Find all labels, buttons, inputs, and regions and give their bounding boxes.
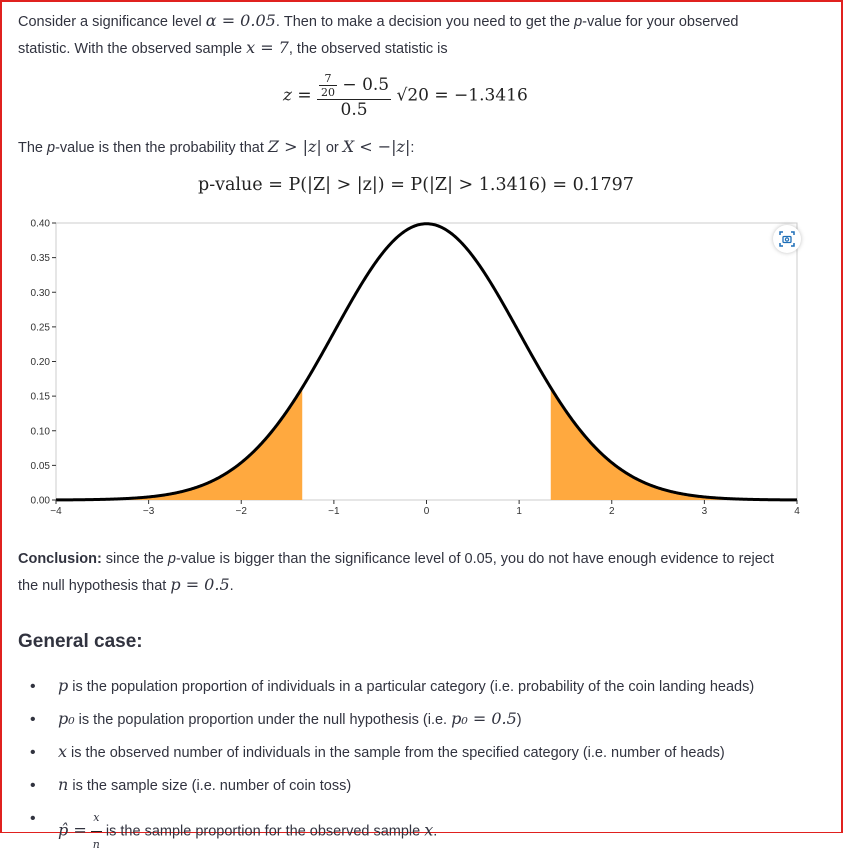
- phat-fraction: xn: [90, 805, 102, 858]
- cond1-math: Z > |z|: [267, 137, 322, 156]
- list-item: p₀ is the population proportion under th…: [18, 706, 818, 739]
- x-tick-label: −1: [328, 506, 340, 517]
- p-italic: p: [47, 140, 56, 156]
- intro-line-1: Consider a significance level α = 0.05. …: [18, 8, 818, 35]
- x-tick-label: −3: [143, 506, 155, 517]
- y-tick-label: 0.40: [31, 219, 51, 230]
- shaded-tail-1: [56, 387, 303, 500]
- pvalue-equation: p-value = P(|Z| > |z|) = P(|Z| > 1.3416)…: [198, 175, 634, 195]
- density-curve: [55, 222, 798, 502]
- plot-frame: [55, 222, 798, 501]
- item-math: n: [58, 775, 69, 794]
- general-case-heading: General case:: [18, 631, 143, 652]
- pvalue-sentence: The p-value is then the probability that…: [18, 134, 414, 161]
- y-tick-label: 0.20: [31, 357, 51, 368]
- item-text: is the population proportion under the n…: [74, 712, 452, 728]
- list-item: p is the population proportion of indivi…: [18, 673, 818, 706]
- item-math: x: [424, 820, 434, 840]
- p-italic: p: [574, 14, 583, 30]
- intro-text: Consider a significance level: [18, 14, 206, 30]
- z-lhs: z =: [283, 85, 312, 106]
- conclusion-line-1: Conclusion: since the p-value is bigger …: [18, 547, 818, 572]
- pv-text: The: [18, 140, 48, 156]
- conclusion-label: Conclusion:: [18, 551, 102, 567]
- intro-line-2: statistic. With the observed sample x = …: [18, 35, 818, 62]
- z-fraction: 7 20 − 0.5 0.5: [317, 72, 392, 120]
- pv-text: -value is then the probability that: [55, 140, 268, 156]
- sqrt-term: √20: [396, 85, 429, 106]
- x-math: x = 7: [246, 38, 289, 57]
- alpha-math: α = 0.05: [205, 11, 276, 30]
- x-tick-label: −4: [50, 506, 62, 517]
- item-text: ): [516, 712, 522, 728]
- x-tick-label: 1: [516, 506, 522, 517]
- intro-text: -value for your observed: [582, 14, 739, 30]
- x-tick-label: 4: [794, 506, 800, 517]
- x-tick-label: 3: [702, 506, 708, 517]
- y-tick-label: 0.25: [31, 322, 51, 333]
- conclusion-paragraph: Conclusion: since the p-value is bigger …: [18, 547, 818, 599]
- item-math: p₀ = 0.5: [451, 709, 517, 728]
- y-tick-label: 0.35: [31, 253, 51, 264]
- phat-num: x: [90, 805, 102, 832]
- conclusion-line-2: the null hypothesis that p = 0.5.: [18, 572, 818, 599]
- y-tick-label: 0.00: [31, 496, 51, 507]
- item-math: p̂ =: [58, 820, 87, 840]
- normal-chart: −4 −3 −2 −1 0 1 2 3 4 0.00 0.05 0.10 0.15 0.20 0.25 0.3…: [14, 218, 814, 518]
- z-inner-fraction: 7 20: [319, 72, 338, 99]
- normal-chart-svg: −4 −3 −2 −1 0 1 2 3 4 0.00 0.05 0.10 0.15 0.20 0.25 0.3…: [31, 219, 801, 518]
- x-tick-label: 0: [424, 506, 430, 517]
- item-text: is the sample size (i.e. number of coin …: [68, 778, 352, 794]
- p-eq-math: p = 0.5: [170, 575, 230, 594]
- y-tick-label: 0.05: [31, 461, 51, 472]
- y-tick-label: 0.30: [31, 288, 51, 299]
- p-italic: p: [167, 551, 176, 567]
- z-equation: z = 7 20 − 0.5 0.5 √20 = −1.3416: [283, 72, 528, 120]
- z-numerator: 7 20 − 0.5: [317, 72, 392, 100]
- intro-paragraph: Consider a significance level α = 0.05. …: [18, 8, 818, 62]
- inner-num: 7: [319, 72, 338, 86]
- shaded-tail-2: [550, 387, 797, 500]
- minus-half: − 0.5: [337, 75, 390, 95]
- z-result: = −1.3416: [434, 85, 528, 106]
- list-item: n is the sample size (i.e. number of coi…: [18, 772, 818, 805]
- item-math: x: [58, 742, 68, 761]
- y-tick-label: 0.15: [31, 392, 51, 403]
- list-item: p̂ = xn is the sample proportion for the…: [18, 805, 818, 851]
- x-tick-label: −2: [236, 506, 248, 517]
- pv-text: or: [321, 140, 343, 156]
- intro-text: , the observed statistic is: [288, 41, 448, 57]
- camera-icon[interactable]: [773, 225, 801, 253]
- item-math: p: [58, 676, 69, 695]
- inner-den: 20: [321, 86, 336, 99]
- item-math: p₀: [58, 709, 75, 728]
- x-tick-label: 2: [609, 506, 615, 517]
- general-case-list: p is the population proportion of indivi…: [18, 673, 818, 851]
- conclusion-text: the null hypothesis that: [18, 578, 171, 594]
- conclusion-text: since the: [101, 551, 168, 567]
- item-text: .: [433, 823, 438, 840]
- conclusion-text: .: [229, 578, 234, 594]
- item-text: is the population proportion of individu…: [68, 679, 755, 695]
- item-text: is the observed number of individuals in…: [67, 745, 725, 761]
- item-text: is the sample proportion for the observe…: [101, 823, 425, 840]
- y-tick-label: 0.10: [31, 426, 51, 437]
- list-item: x is the observed number of individuals …: [18, 739, 818, 772]
- z-denominator: 0.5: [340, 100, 368, 120]
- cond2-math: X < −|z|: [342, 137, 411, 156]
- phat-den: n: [92, 838, 100, 851]
- camera-icon-svg: [779, 231, 795, 247]
- intro-text: statistic. With the observed sample: [18, 41, 247, 57]
- conclusion-text: -value is bigger than the significance l…: [175, 551, 775, 567]
- pv-text: :: [410, 140, 415, 156]
- intro-text: . Then to make a decision you need to ge…: [275, 14, 575, 30]
